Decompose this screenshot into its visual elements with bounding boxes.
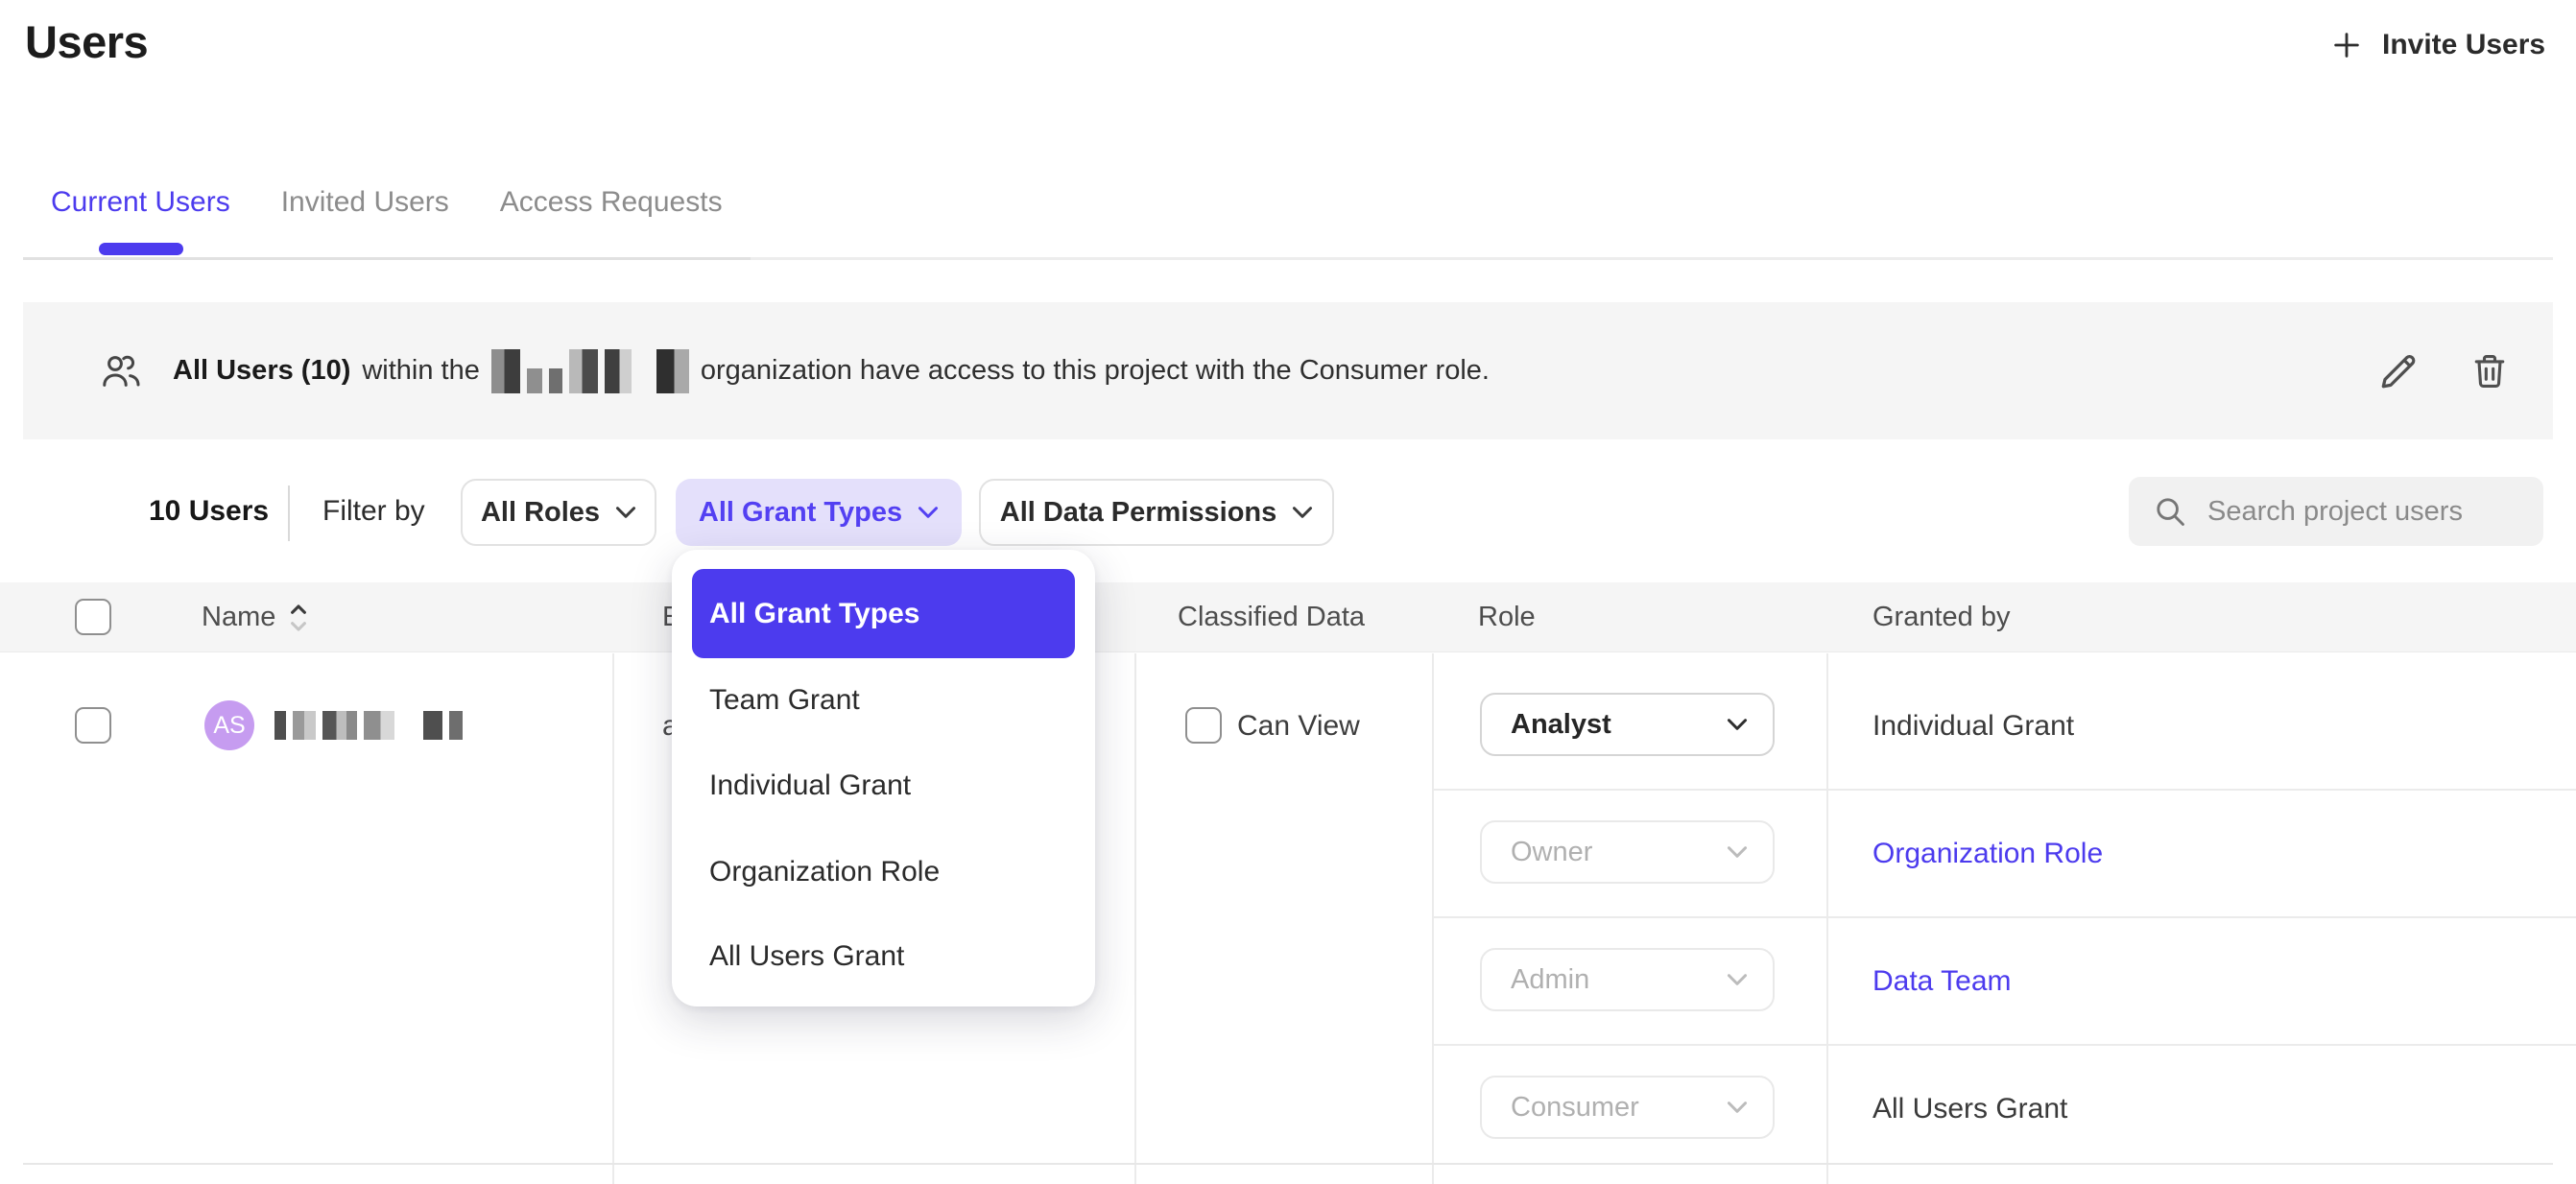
search-icon	[2152, 493, 2188, 530]
column-divider	[612, 653, 614, 1184]
chevron-down-icon	[1727, 973, 1748, 986]
filter-divider	[288, 485, 290, 541]
search-project-users[interactable]	[2129, 477, 2543, 546]
all-users-banner: All Users (10) within the organization h…	[23, 302, 2553, 439]
all-grant-types-label: All Grant Types	[699, 497, 902, 529]
banner-text: All Users (10) within the organization h…	[173, 349, 1490, 393]
users-page: Users Invite Users Current Users Invited…	[0, 0, 2576, 1184]
role-value: Owner	[1511, 837, 1592, 868]
granted-by-all-users-grant: All Users Grant	[1872, 1093, 2067, 1125]
role-header-label: Role	[1478, 602, 1536, 633]
column-header-role: Role	[1478, 582, 1536, 652]
column-header-granted-by: Granted by	[1872, 582, 2010, 652]
role-select-consumer: Consumer	[1480, 1076, 1775, 1139]
redacted-organization-name	[491, 349, 689, 393]
redacted-user-name	[274, 711, 463, 740]
chevron-down-icon	[1292, 506, 1313, 519]
subrow-divider	[1432, 1044, 2576, 1046]
role-value: Consumer	[1511, 1092, 1639, 1124]
tab-access-requests[interactable]: Access Requests	[500, 186, 723, 219]
chevron-down-icon	[1727, 845, 1748, 859]
sort-icon	[289, 602, 308, 634]
tab-divider-line-dark	[23, 257, 751, 260]
delete-trash-icon[interactable]	[2469, 349, 2511, 393]
active-tab-indicator	[99, 243, 183, 255]
subrow-divider	[1432, 916, 2576, 918]
column-divider	[1134, 653, 1136, 1184]
row-divider	[23, 1163, 2553, 1165]
role-select-analyst[interactable]: Analyst	[1480, 693, 1775, 756]
chevron-down-icon	[918, 506, 939, 519]
column-header-name[interactable]: Name	[202, 582, 308, 652]
filter-by-label: Filter by	[322, 495, 425, 528]
banner-suffix: organization have access to this project…	[701, 355, 1490, 387]
role-value: Admin	[1511, 964, 1589, 996]
chevron-down-icon	[1727, 1101, 1748, 1114]
granted-by-data-team-link[interactable]: Data Team	[1872, 965, 2012, 998]
granted-by-organization-role-link[interactable]: Organization Role	[1872, 838, 2103, 870]
menu-item-team-grant[interactable]: Team Grant	[709, 684, 860, 717]
subrow-divider	[1432, 789, 2576, 791]
menu-item-all-grant-types-selected[interactable]: All Grant Types	[692, 569, 1075, 658]
banner-bold: All Users (10)	[173, 355, 350, 387]
menu-item-organization-role[interactable]: Organization Role	[709, 856, 940, 888]
menu-item-individual-grant[interactable]: Individual Grant	[709, 770, 911, 802]
search-input[interactable]	[2207, 496, 2520, 528]
column-divider	[1826, 653, 1828, 1184]
edit-pencil-icon[interactable]	[2376, 349, 2421, 393]
all-grant-types-dropdown[interactable]: All Grant Types	[676, 479, 962, 546]
name-header-label: Name	[202, 602, 275, 633]
table-header: Name E Classified Data Role Granted by	[0, 582, 2576, 652]
classified-header-label: Classified Data	[1178, 602, 1365, 633]
all-roles-label: All Roles	[481, 497, 600, 529]
avatar: AS	[204, 700, 254, 750]
invite-users-label: Invite Users	[2382, 29, 2545, 61]
role-select-owner: Owner	[1480, 820, 1775, 884]
select-all-checkbox[interactable]	[75, 599, 111, 635]
menu-item-all-users-grant[interactable]: All Users Grant	[709, 940, 904, 973]
tab-current-users[interactable]: Current Users	[51, 186, 230, 219]
user-count: 10 Users	[149, 495, 269, 528]
users-group-icon	[98, 351, 144, 391]
granted-by-header-label: Granted by	[1872, 602, 2010, 633]
avatar-initials: AS	[213, 712, 245, 740]
row-checkbox[interactable]	[75, 707, 111, 744]
grant-types-menu: All Grant Types Team Grant Individual Gr…	[672, 550, 1095, 1006]
column-divider	[1432, 653, 1434, 1184]
tab-invited-users[interactable]: Invited Users	[281, 186, 449, 219]
column-header-classified-data: Classified Data	[1178, 582, 1365, 652]
can-view-label: Can View	[1237, 710, 1360, 743]
role-select-admin: Admin	[1480, 948, 1775, 1011]
all-data-permissions-dropdown[interactable]: All Data Permissions	[979, 479, 1334, 546]
page-title: Users	[25, 15, 148, 68]
all-roles-dropdown[interactable]: All Roles	[461, 479, 656, 546]
tab-bar: Current Users Invited Users Access Reque…	[51, 186, 723, 219]
granted-by-individual-grant: Individual Grant	[1872, 710, 2074, 743]
all-data-permissions-label: All Data Permissions	[1000, 497, 1277, 529]
banner-prefix: within the	[362, 355, 480, 387]
role-value: Analyst	[1511, 709, 1611, 741]
plus-icon	[2330, 29, 2363, 61]
chevron-down-icon	[615, 506, 636, 519]
invite-users-button[interactable]: Invite Users	[2330, 29, 2545, 61]
chevron-down-icon	[1727, 718, 1748, 731]
can-view-checkbox[interactable]	[1185, 707, 1222, 744]
